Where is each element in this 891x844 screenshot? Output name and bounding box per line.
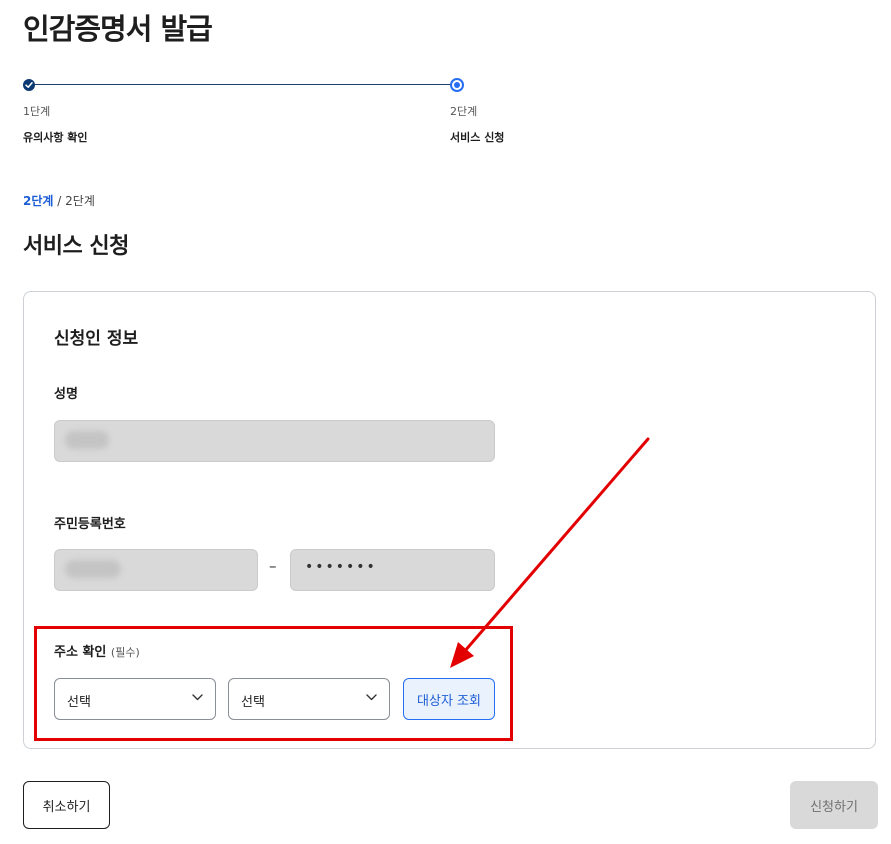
annotation-arrow-icon xyxy=(450,437,650,668)
progress-separator: / xyxy=(57,194,62,208)
step-1-name: 유의사항 확인 xyxy=(23,131,88,144)
cancel-button[interactable]: 취소하기 xyxy=(23,781,110,829)
stepper-track xyxy=(29,84,457,85)
rrn-back-masked: ••••••• xyxy=(305,559,377,575)
section-title: 서비스 신청 xyxy=(23,234,129,259)
progress-current: 2단계 xyxy=(23,194,54,208)
rrn-front-field xyxy=(54,549,258,591)
name-field xyxy=(54,420,495,462)
check-icon xyxy=(25,82,33,88)
step-2-indicator xyxy=(450,78,464,92)
rrn-label: 주민등록번호 xyxy=(54,517,126,532)
rrn-separator: – xyxy=(269,557,277,575)
card-title: 신청인 정보 xyxy=(54,329,139,349)
step-1-indicator xyxy=(23,79,35,91)
page-title: 인감증명서 발급 xyxy=(23,12,213,46)
step-2-number: 2단계 xyxy=(450,105,478,118)
step-progress: 2단계 / 2단계 xyxy=(23,192,95,209)
step-1-number: 1단계 xyxy=(23,105,51,118)
progress-total: 2단계 xyxy=(65,194,95,208)
name-label: 성명 xyxy=(54,387,78,402)
step-2-name: 서비스 신청 xyxy=(450,131,505,144)
submit-button[interactable]: 신청하기 xyxy=(790,781,878,829)
name-value-redacted xyxy=(65,431,109,449)
rrn-front-redacted xyxy=(65,560,121,578)
